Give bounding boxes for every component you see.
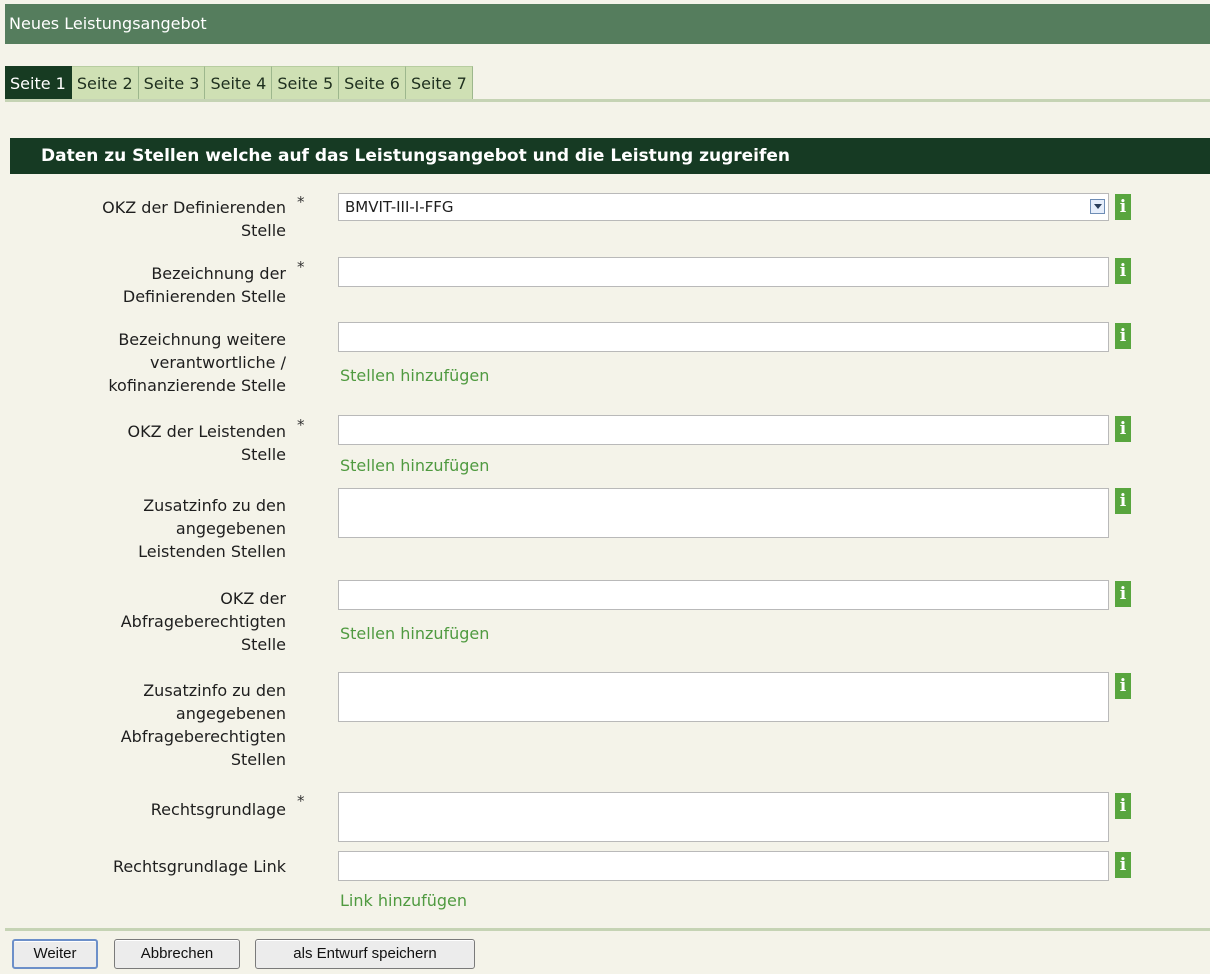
info-icon[interactable]: i (1115, 488, 1131, 514)
rechtsgrundlage-textarea[interactable] (338, 792, 1109, 842)
label-rechtsgrundlage-link: Rechtsgrundlage Link (112, 857, 286, 876)
info-icon[interactable]: i (1115, 581, 1131, 607)
tab-seite-5[interactable]: Seite 5 (272, 66, 340, 99)
label-okz-leistende: OKZ der Leistenden Stelle (127, 422, 286, 464)
info-icon[interactable]: i (1115, 194, 1131, 220)
tab-seite-6[interactable]: Seite 6 (339, 66, 406, 99)
section-title: Daten zu Stellen welche auf das Leistung… (10, 138, 1210, 174)
tab-seite-3[interactable]: Seite 3 (138, 66, 206, 99)
bez-weitere-input[interactable] (338, 322, 1109, 352)
zusatz-leistende-textarea[interactable] (338, 488, 1109, 538)
required-marker: * (297, 792, 305, 810)
window-title: Neues Leistungsangebot (5, 4, 1210, 44)
info-icon[interactable]: i (1115, 323, 1131, 349)
label-zusatz-leistende: Zusatzinfo zu den angegebenen Leistenden… (138, 496, 286, 561)
required-marker: * (297, 258, 305, 276)
weiter-button[interactable]: Weiter (12, 939, 98, 969)
okz-leistende-input[interactable] (338, 415, 1109, 445)
label-bez-definierende: Bezeichnung der Definierenden Stelle (122, 264, 286, 306)
required-marker: * (297, 193, 305, 211)
page-tabs: Seite 1 Seite 2 Seite 3 Seite 4 Seite 5 … (5, 66, 473, 100)
footer-divider (5, 928, 1210, 931)
label-okz-definierende: OKZ der Definierenden Stelle (102, 198, 286, 240)
tab-seite-7[interactable]: Seite 7 (405, 66, 473, 99)
tab-seite-1[interactable]: Seite 1 (5, 66, 72, 99)
info-icon[interactable]: i (1115, 673, 1131, 699)
abbrechen-button[interactable]: Abbrechen (114, 939, 240, 969)
add-link-link[interactable]: Link hinzufügen (340, 891, 467, 910)
okz-abfrage-input[interactable] (338, 580, 1109, 610)
info-icon[interactable]: i (1115, 852, 1131, 878)
rechtsgrundlage-link-input[interactable] (338, 851, 1109, 881)
add-stellen-link[interactable]: Stellen hinzufügen (340, 624, 489, 643)
info-icon[interactable]: i (1115, 416, 1131, 442)
label-zusatz-abfrage: Zusatzinfo zu den angegebenen Abfrageber… (120, 681, 286, 769)
add-stellen-link[interactable]: Stellen hinzufügen (340, 366, 489, 385)
zusatz-abfrage-textarea[interactable] (338, 672, 1109, 722)
label-rechtsgrundlage: Rechtsgrundlage (150, 800, 286, 819)
required-marker: * (297, 416, 305, 434)
save-draft-button[interactable]: als Entwurf speichern (255, 939, 475, 969)
tab-seite-4[interactable]: Seite 4 (205, 66, 273, 99)
label-okz-abfrage: OKZ der Abfrageberechtigten Stelle (120, 589, 286, 654)
tab-seite-2[interactable]: Seite 2 (71, 66, 139, 99)
okz-definierende-value: BMVIT-III-I-FFG (345, 198, 454, 216)
chevron-down-icon[interactable] (1090, 199, 1105, 214)
bez-definierende-input[interactable] (338, 257, 1109, 287)
add-stellen-link[interactable]: Stellen hinzufügen (340, 456, 489, 475)
info-icon[interactable]: i (1115, 258, 1131, 284)
label-bez-weitere: Bezeichnung weitere verantwortliche / ko… (108, 330, 286, 395)
tab-divider (5, 99, 1210, 102)
info-icon[interactable]: i (1115, 793, 1131, 819)
okz-definierende-select[interactable]: BMVIT-III-I-FFG (338, 193, 1109, 221)
